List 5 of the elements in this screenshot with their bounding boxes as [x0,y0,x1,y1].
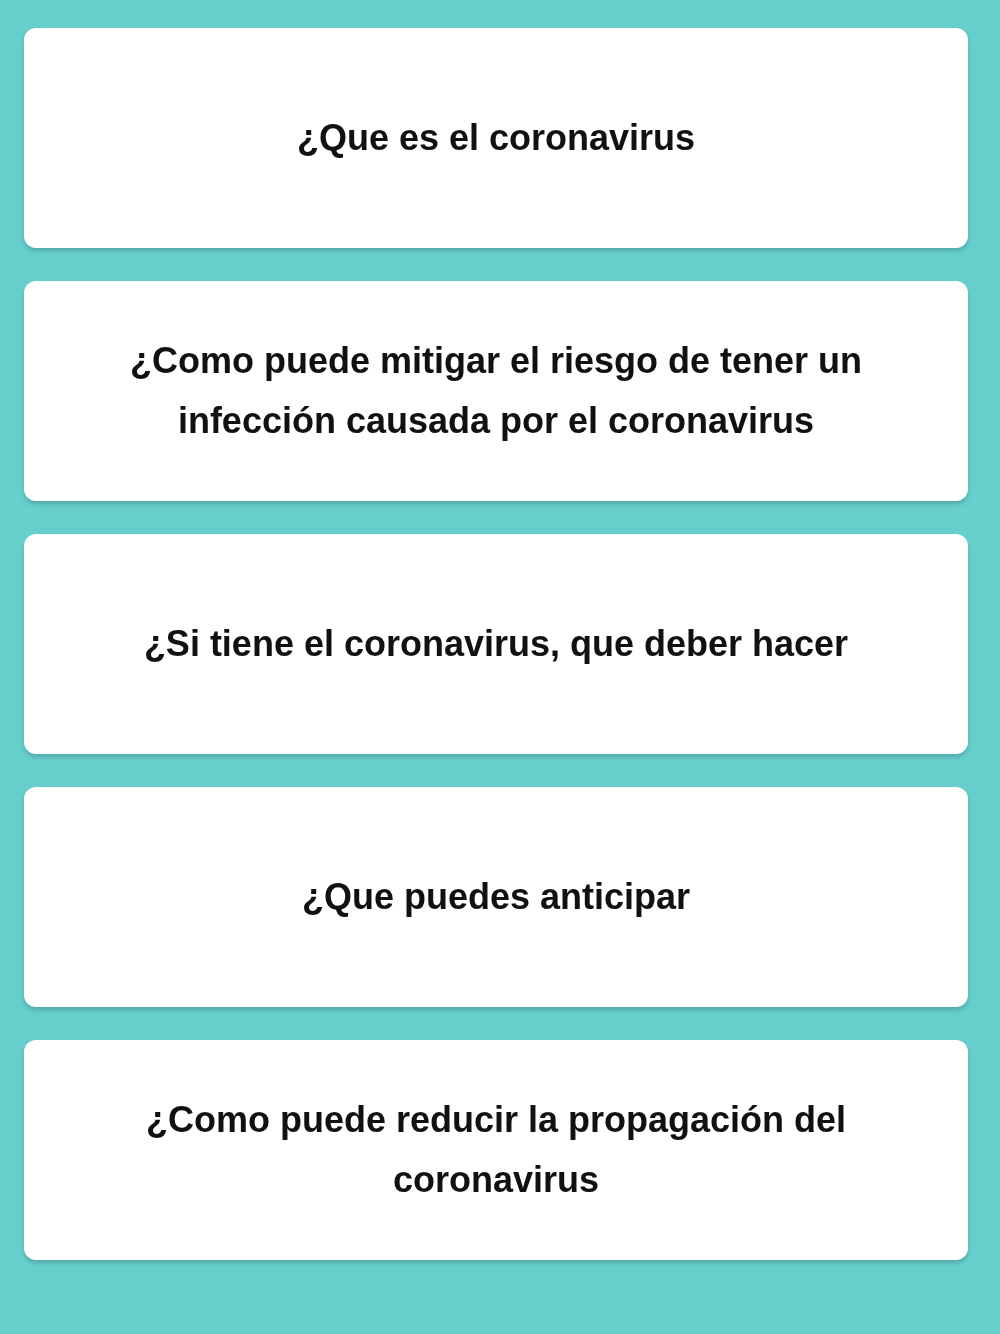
question-button[interactable]: ¿Como puede mitigar el riesgo de tener un infección causada por el coronavirus [24,281,968,501]
question-button[interactable]: ¿Como puede reducir la propagación del coronavirus [24,1040,968,1260]
question-button[interactable]: ¿Que puedes anticipar [24,787,968,1007]
question-button[interactable]: ¿Que es el coronavirus [24,28,968,248]
question-button[interactable]: ¿Si tiene el coronavirus, que deber hacer [24,534,968,754]
